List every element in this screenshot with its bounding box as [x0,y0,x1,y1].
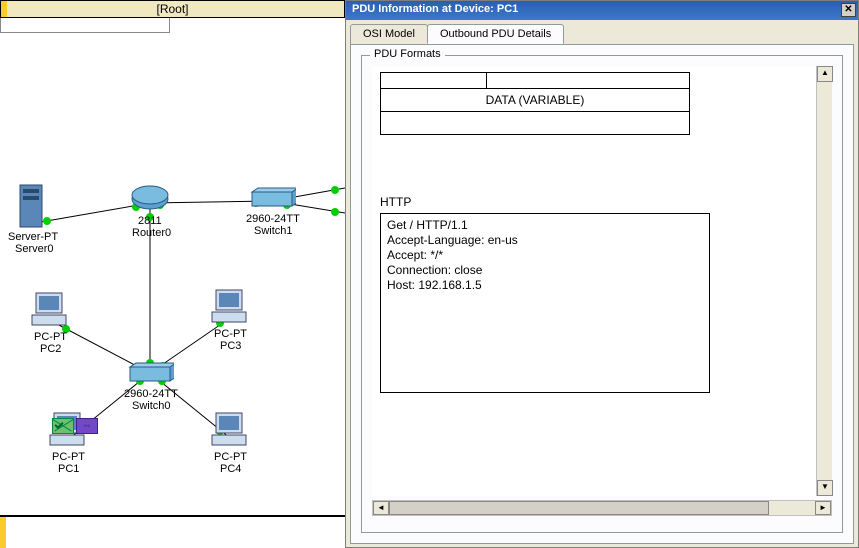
pdu-tabs: OSI Model Outbound PDU Details [346,20,858,44]
device-pc4[interactable] [210,411,250,449]
pdu-title: PDU Information at Device: PC1 [352,3,518,15]
scroll-thumb[interactable] [389,501,769,515]
tab-osi-label: OSI Model [363,28,415,40]
router-icon [130,183,170,213]
pc-icon [210,288,250,326]
tab-osi-model[interactable]: OSI Model [350,24,428,44]
device-switch0[interactable] [128,361,174,387]
pdu-titlebar[interactable]: PDU Information at Device: PC1 ✕ [346,1,858,20]
label-pc3-l2: PC3 [220,340,241,352]
label-switch1-l1: 2960-24TT [246,213,300,225]
label-pc2-l1: PC-PT [34,331,67,343]
pdu-formats-fieldset: PDU Formats DATA (VARIABLE) HTTP Get / H… [361,55,843,533]
http-box: Get / HTTP/1.1 Accept-Language: en-us Ac… [380,213,710,393]
scroll-left-icon[interactable]: ◄ [373,501,389,515]
http-section: HTTP Get / HTTP/1.1 Accept-Language: en-… [380,195,812,393]
pdu-envelope-icon[interactable] [52,418,74,434]
pdu-face-icon[interactable]: •• [76,418,98,434]
server-icon [18,183,48,231]
pdu-scroll-area: DATA (VARIABLE) HTTP Get / HTTP/1.1 Acce… [372,66,832,496]
data-variable-label: DATA (VARIABLE) [381,89,689,112]
data-variable-box: DATA (VARIABLE) [380,72,690,135]
root-header: [Root] [0,0,345,18]
label-pc4-l1: PC-PT [214,451,247,463]
device-router0[interactable] [130,183,170,213]
scroll-up-icon[interactable]: ▲ [817,66,833,82]
root-tab[interactable] [0,18,170,33]
pc-icon [210,411,250,449]
pdu-panel: PDU Information at Device: PC1 ✕ OSI Mod… [345,0,859,548]
label-switch1-l2: Switch1 [254,225,293,237]
topology-canvas[interactable]: Server-PT Server0 2811 Router0 2960-24TT… [0,33,345,514]
fieldset-legend: PDU Formats [370,48,445,60]
close-icon[interactable]: ✕ [841,3,856,17]
label-pc4-l2: PC4 [220,463,241,475]
tab-outbound-pdu[interactable]: Outbound PDU Details [427,24,564,44]
pc-icon [30,291,70,329]
device-pc2[interactable] [30,291,70,329]
label-router0-l1: 2811 [138,215,162,227]
label-pc1-l1: PC-PT [52,451,85,463]
label-server0-l1: Server-PT [8,231,58,243]
device-switch1[interactable] [250,186,296,212]
pdu-content: DATA (VARIABLE) HTTP Get / HTTP/1.1 Acce… [372,66,820,496]
label-pc3-l1: PC-PT [214,328,247,340]
root-title: [Root] [156,2,188,16]
vertical-scrollbar[interactable]: ▲ ▼ [816,66,832,496]
horizontal-scrollbar[interactable]: ◄ ► [372,500,832,516]
tab-body: PDU Formats DATA (VARIABLE) HTTP Get / H… [350,44,854,544]
bottom-strip [0,515,345,548]
tab-outbound-label: Outbound PDU Details [440,28,551,40]
switch-icon [250,186,296,212]
switch-icon [128,361,174,387]
device-server0[interactable] [18,183,48,231]
device-pc3[interactable] [210,288,250,326]
label-switch0-l2: Switch0 [132,400,171,412]
label-pc1-l2: PC1 [58,463,79,475]
http-title: HTTP [380,195,812,209]
label-pc2-l2: PC2 [40,343,61,355]
label-server0-l2: Server0 [15,243,54,255]
scroll-down-icon[interactable]: ▼ [817,480,833,496]
label-switch0-l1: 2960-24TT [124,388,178,400]
scroll-right-icon[interactable]: ► [815,501,831,515]
topology-pane: [Root] [0,0,345,548]
label-router0-l2: Router0 [132,227,171,239]
